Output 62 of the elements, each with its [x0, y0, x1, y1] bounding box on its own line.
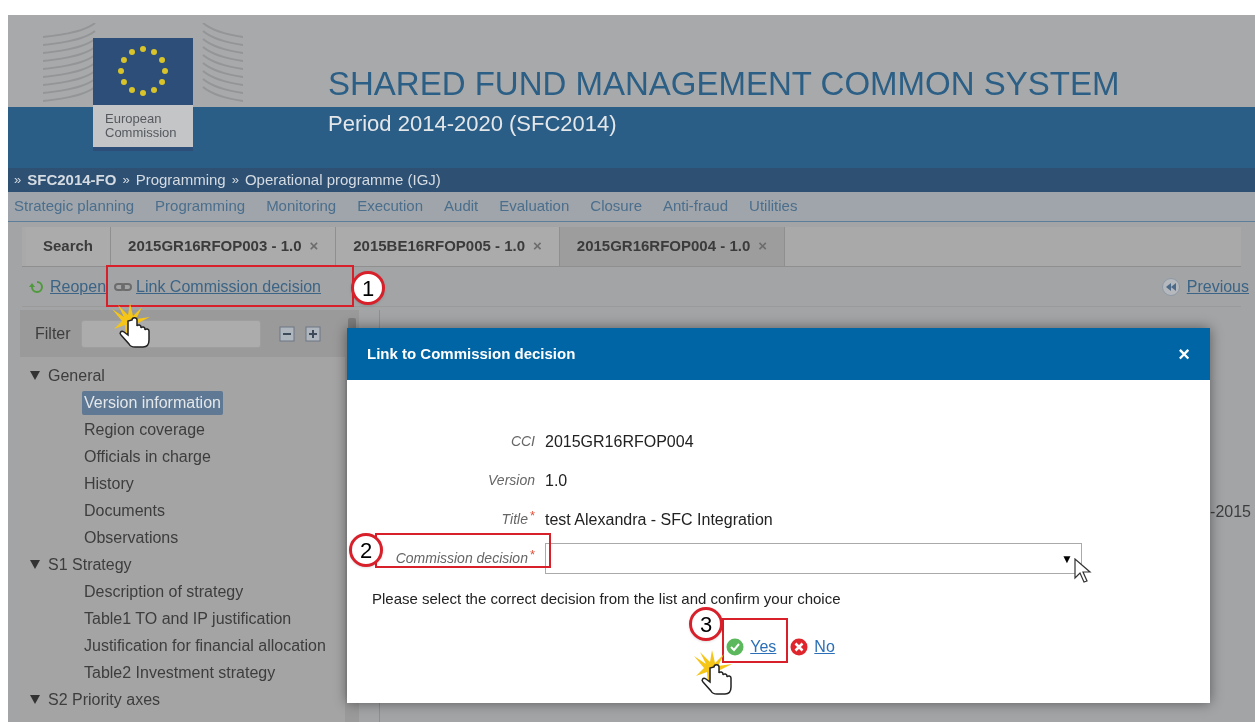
- previous-link[interactable]: Previous: [1186, 274, 1249, 299]
- breadcrumb-separator: »: [231, 171, 239, 190]
- field-label: Commission decision: [395, 549, 528, 568]
- tree-item[interactable]: History: [82, 471, 136, 496]
- tree-item[interactable]: Justification for financial allocation: [82, 633, 328, 658]
- tab-label: 2015GR16RFOP004 - 1.0: [576, 236, 751, 257]
- expanded-triangle-icon[interactable]: [30, 695, 40, 704]
- tree-group[interactable]: General: [48, 363, 105, 388]
- field-value: 1.0: [545, 470, 568, 491]
- field-value: 2015GR16RFOP004: [545, 431, 694, 452]
- breadcrumb-separator: »: [14, 171, 22, 190]
- field-label: Version: [488, 471, 535, 490]
- filter-label: Filter: [35, 323, 71, 344]
- field-label: CCI: [510, 432, 535, 451]
- tab-label: 2015GR16RFOP003 - 1.0: [128, 236, 302, 257]
- field-value: test Alexandra - SFC Integration: [545, 509, 773, 530]
- field-label: Title: [501, 510, 528, 529]
- tree-group[interactable]: S2 Priority axes: [48, 687, 161, 712]
- tree-item[interactable]: Version information: [82, 390, 223, 415]
- toolbar-link[interactable]: Link Commission decision: [114, 274, 321, 299]
- action-label: Link Commission decision: [136, 276, 321, 297]
- chain-link-icon: [114, 280, 133, 293]
- required-mark: *: [529, 546, 535, 564]
- expand-all-icon[interactable]: [304, 325, 321, 342]
- tree-item[interactable]: Region coverage: [82, 417, 207, 442]
- required-mark: *: [529, 507, 535, 525]
- collapse-all-icon[interactable]: [278, 325, 295, 342]
- instruction-text: Please select the correct decision from the list and confirm your choice: [371, 589, 842, 609]
- breadcrumb-link[interactable]: SFC2014-FO: [27, 168, 117, 192]
- logo-caption: European Commission: [93, 105, 193, 151]
- no-link[interactable]: No: [814, 634, 835, 659]
- tree-item[interactable]: Table2 Investment strategy: [82, 660, 278, 685]
- expanded-triangle-icon[interactable]: [30, 560, 40, 569]
- highlight-frame: [722, 618, 788, 663]
- dialog-title: Link to Commission decision: [367, 343, 576, 364]
- close-icon[interactable]: ×: [309, 235, 319, 258]
- breadcrumb-link[interactable]: Programming: [135, 168, 226, 192]
- rewind-icon: [1160, 276, 1181, 297]
- expanded-triangle-icon[interactable]: [30, 371, 40, 380]
- tree-item[interactable]: Table1 TO and IP justification: [82, 606, 294, 631]
- tab-label: 2015BE16RFOP005 - 1.0: [353, 236, 526, 257]
- mouse-pointer-icon: [1074, 558, 1092, 584]
- tree-item[interactable]: Description of strategy: [82, 579, 246, 604]
- cross-icon: [790, 637, 809, 656]
- breadcrumb-link[interactable]: Operational programme (IGJ): [244, 168, 441, 192]
- tree-item[interactable]: Officials in charge: [82, 444, 213, 469]
- tree-group[interactable]: S1 Strategy: [48, 552, 132, 577]
- site-title: SHARED FUND MANAGEMENT COMMON SYSTEM: [328, 65, 1120, 103]
- partial-text: -2015: [1210, 503, 1251, 520]
- dropdown-arrow: ▼: [1061, 550, 1073, 568]
- yes-link[interactable]: Yes: [750, 634, 777, 659]
- tree-item[interactable]: Documents: [82, 498, 167, 523]
- toolbar-link[interactable]: Reopen: [28, 274, 107, 299]
- tree-item[interactable]: Observations: [82, 525, 181, 550]
- close-icon[interactable]: ×: [1178, 339, 1190, 369]
- breadcrumb-separator: »: [122, 171, 130, 190]
- period-subtitle: Period 2014-2020 (SFC2014): [328, 111, 618, 137]
- document-tab[interactable]: 2015GR16RFOP004 - 1.0 ×: [559, 227, 785, 266]
- close-icon[interactable]: ×: [533, 235, 542, 258]
- tab-label: Search: [43, 236, 94, 257]
- action-label: Reopen: [50, 276, 107, 297]
- check-icon: [726, 637, 745, 656]
